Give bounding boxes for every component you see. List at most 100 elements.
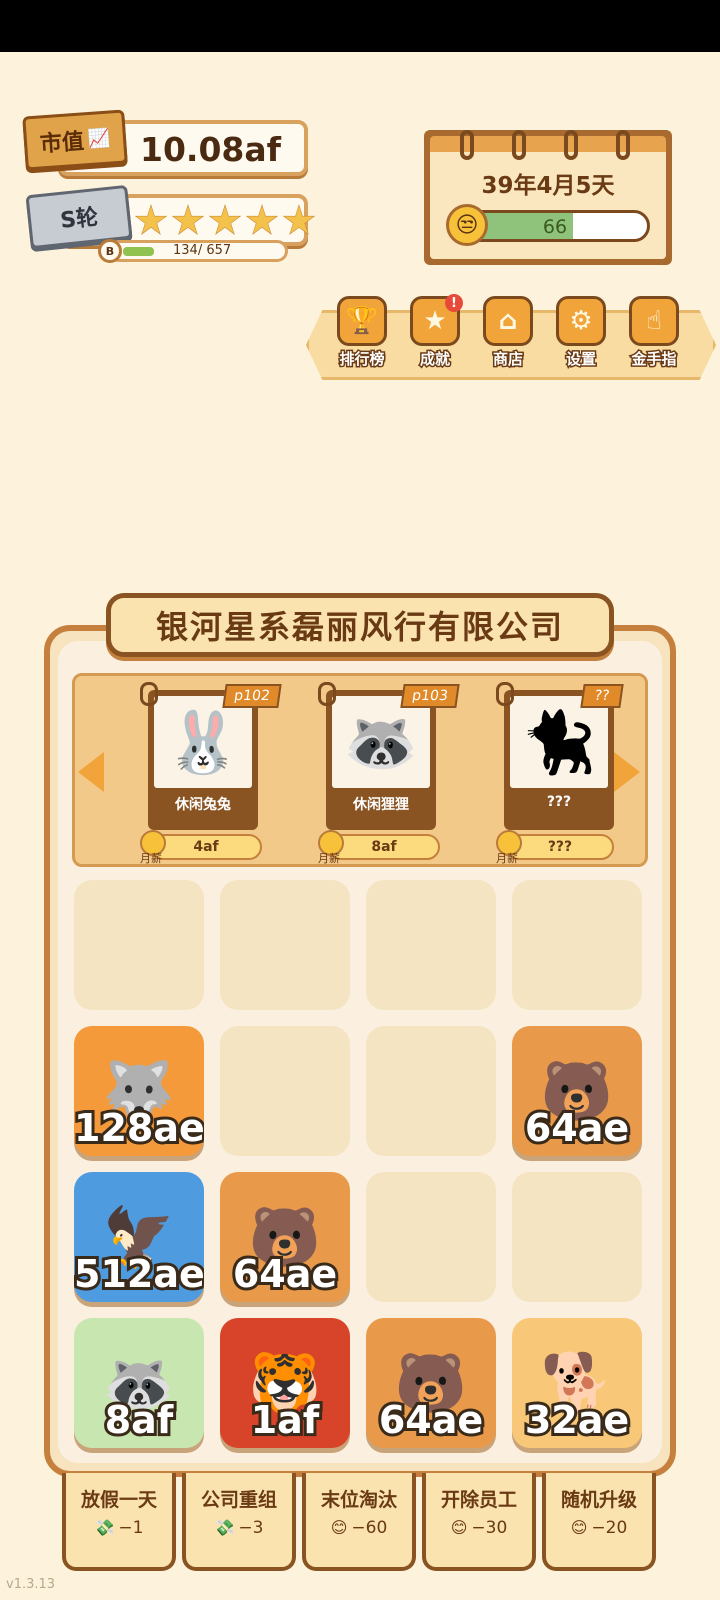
arrow-left-icon[interactable] xyxy=(78,752,104,792)
star-icon xyxy=(171,204,205,235)
cash-icon: 💸 xyxy=(214,1518,235,1537)
shop-button[interactable]: ⌂ 商店 xyxy=(476,296,540,376)
action-label: 开除员工 xyxy=(440,1489,517,1511)
action-label: 放假一天 xyxy=(80,1489,157,1511)
trophy-icon: 🏆 xyxy=(337,296,387,346)
star-icon xyxy=(208,204,242,235)
settings-button[interactable]: ⚙ 设置 xyxy=(549,296,613,376)
empty-slot[interactable] xyxy=(74,880,204,1010)
day-off-button[interactable]: 放假一天 💸 −1 xyxy=(62,1473,176,1571)
salary-label: 月薪 xyxy=(318,852,340,865)
employee-tile[interactable]: 🐻 64ae xyxy=(220,1172,350,1302)
hook-icon xyxy=(140,682,158,706)
action-cost: 😊 −60 xyxy=(306,1518,412,1538)
empty-slot[interactable] xyxy=(220,880,350,1010)
action-label: 随机升级 xyxy=(560,1489,637,1511)
employee-id-tag: p102 xyxy=(222,684,282,708)
exp-progress-bar: 134/ 657 xyxy=(108,240,288,262)
market-value: 10.08af xyxy=(140,130,282,169)
cash-icon: 💸 xyxy=(94,1518,115,1537)
employee-tile[interactable]: 🐕 32ae xyxy=(512,1318,642,1448)
salary-value: 8af xyxy=(328,834,440,860)
hire-card[interactable]: 🦝 休闲狸狸 p103 xyxy=(318,682,460,830)
employee-name: 休闲狸狸 xyxy=(353,797,409,813)
fire-employee-button[interactable]: 开除员工 😊 −30 xyxy=(422,1473,536,1571)
action-cost-value: −60 xyxy=(351,1518,388,1538)
settings-label: 设置 xyxy=(564,349,597,370)
employee-tile[interactable]: 🦝 8af xyxy=(74,1318,204,1448)
action-cost: 💸 −3 xyxy=(186,1518,292,1538)
cheat-button[interactable]: ☝ 金手指 xyxy=(622,296,686,376)
empty-slot[interactable] xyxy=(366,1026,496,1156)
empty-slot[interactable] xyxy=(512,880,642,1010)
calendar-ring-icon xyxy=(616,130,630,160)
smile-icon: 😊 xyxy=(450,1518,468,1537)
round-label: S轮 xyxy=(59,205,100,234)
company-name: 银河星系磊丽风行有限公司 xyxy=(106,593,614,657)
action-cost-value: −30 xyxy=(471,1518,508,1538)
action-label: 末位淘汰 xyxy=(320,1489,397,1511)
employee-value: 128ae xyxy=(74,1103,204,1153)
employee-value: 64ae xyxy=(230,1249,340,1299)
calendar-ring-icon xyxy=(512,130,526,160)
employee-tile[interactable]: 🦅 512ae xyxy=(74,1172,204,1302)
game-date: 39年4月5天 xyxy=(481,173,615,199)
employee-value: 1af xyxy=(248,1395,323,1445)
hire-card-locked[interactable]: 🐈‍⬛ ??? ?? xyxy=(496,682,624,830)
salary-label: 月薪 xyxy=(140,852,162,865)
mood-value: 66 xyxy=(542,216,568,238)
employee-tile[interactable]: 🐻 64ae xyxy=(366,1318,496,1448)
cheat-label: 金手指 xyxy=(630,349,678,370)
empty-slot[interactable] xyxy=(512,1172,642,1302)
level-badge: B xyxy=(98,239,122,263)
leaderboard-button[interactable]: 🏆 排行榜 xyxy=(330,296,394,376)
calendar-panel: 39年4月5天 66 😒 xyxy=(424,130,672,265)
star-icon xyxy=(282,204,316,235)
eliminate-last-button[interactable]: 末位淘汰 😊 −60 xyxy=(302,1473,416,1571)
employee-tile[interactable]: 🐺 128ae xyxy=(74,1026,204,1156)
star-icon xyxy=(134,204,168,235)
employee-tile[interactable]: 🐯 1af xyxy=(220,1318,350,1448)
leaderboard-label: 排行榜 xyxy=(338,349,386,370)
action-cost-value: −20 xyxy=(591,1518,628,1538)
achievements-button[interactable]: ★ 成就 ! xyxy=(403,294,467,376)
hand-pointer-icon: ☝ xyxy=(629,296,679,346)
action-cost: 💸 −1 xyxy=(66,1518,172,1538)
market-value-label: 市值 xyxy=(39,129,85,158)
mood-face-icon: 😒 xyxy=(446,204,488,246)
employee-value: 64ae xyxy=(522,1103,632,1153)
random-upgrade-button[interactable]: 随机升级 😊 −20 xyxy=(542,1473,656,1571)
restructure-button[interactable]: 公司重组 💸 −3 xyxy=(182,1473,296,1571)
rabbit-icon: 🐰 xyxy=(165,707,241,778)
smile-icon: 😊 xyxy=(570,1518,588,1537)
salary-value: 4af xyxy=(150,834,262,860)
version-label: v1.3.13 xyxy=(6,1577,56,1592)
arrow-right-icon[interactable] xyxy=(614,752,640,792)
cat-silhouette-icon: 🐈‍⬛ xyxy=(521,707,597,778)
employee-value: 512ae xyxy=(74,1249,204,1299)
action-label: 公司重组 xyxy=(200,1489,277,1511)
chart-up-icon: 📈 xyxy=(87,127,111,150)
hook-icon xyxy=(496,682,514,706)
red-panda-icon: 🦝 xyxy=(343,707,419,778)
employee-tile[interactable]: 🐻 64ae xyxy=(512,1026,642,1156)
calendar-ring-icon xyxy=(460,130,474,160)
employee-name: ??? xyxy=(546,794,572,810)
action-cost-value: −3 xyxy=(238,1518,264,1538)
empty-slot[interactable] xyxy=(220,1026,350,1156)
action-cost: 😊 −20 xyxy=(546,1518,652,1538)
empty-slot[interactable] xyxy=(366,1172,496,1302)
empty-slot[interactable] xyxy=(366,880,496,1010)
employee-silhouette: 🐈‍⬛ xyxy=(510,696,608,788)
employee-value: 8af xyxy=(102,1395,177,1445)
employee-value: 64ae xyxy=(376,1395,486,1445)
salary-value: ??? xyxy=(506,834,614,860)
achievements-label: 成就 xyxy=(418,349,451,370)
employee-value: 32ae xyxy=(522,1395,632,1445)
employee-portrait: 🦝 xyxy=(332,696,430,788)
employee-name: 休闲兔兔 xyxy=(175,797,231,813)
mood-bar: 66 xyxy=(460,210,650,242)
calendar-ring-icon xyxy=(564,130,578,160)
merge-grid: 🐺 128ae 🐻 64ae 🦅 512ae 🐻 64ae 🦝 8af 🐯 1af 🐻 64ae 🐕 32ae xyxy=(74,880,646,1452)
hire-card[interactable]: 🐰 休闲兔兔 p102 xyxy=(140,682,282,830)
